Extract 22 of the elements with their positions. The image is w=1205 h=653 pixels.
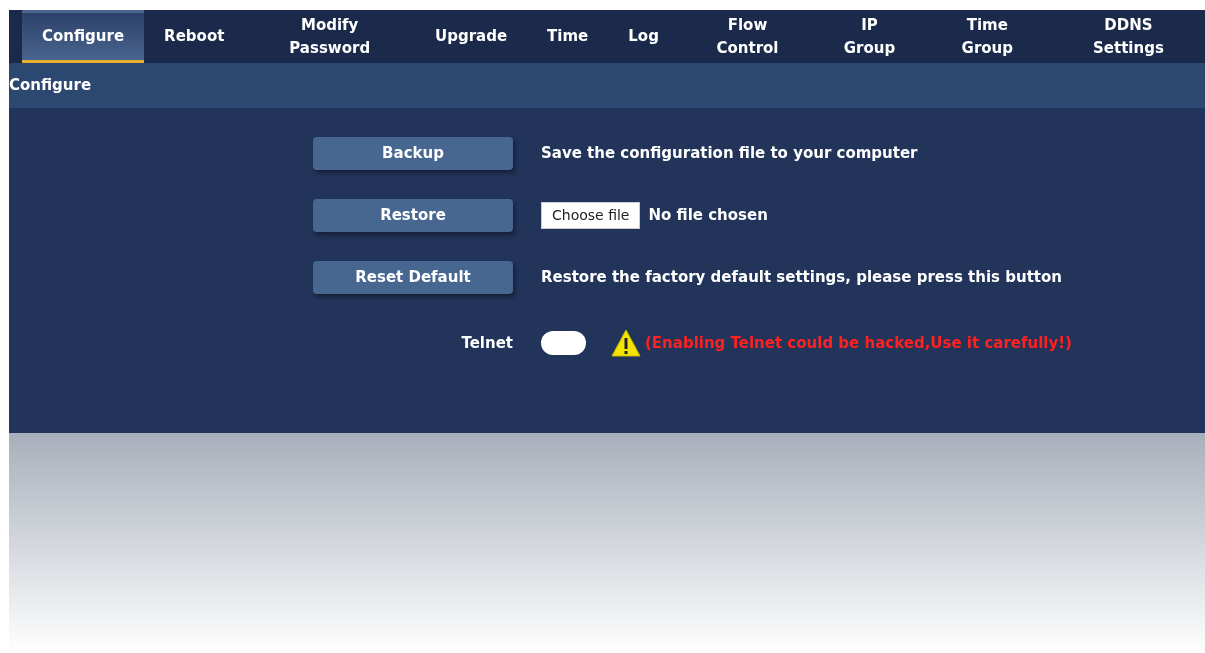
nav-tab[interactable]: Log [608, 10, 679, 63]
nav-tab[interactable]: Time Group [922, 10, 1052, 63]
choose-file-button[interactable]: Choose file [541, 201, 641, 229]
nav-tab[interactable]: IP Group [816, 10, 923, 63]
nav-tab[interactable]: Upgrade [415, 10, 528, 63]
action-button[interactable]: Restore [313, 198, 513, 232]
warning-text: (Enabling Telnet could be hacked,Use it carefully!) [645, 332, 1072, 354]
nav-tab[interactable]: Reboot [144, 10, 245, 63]
nav-tab[interactable]: Flow Control [678, 10, 817, 63]
section-title: Configure [9, 63, 1205, 108]
action-button[interactable]: Reset Default [313, 260, 513, 294]
warning-icon [611, 329, 641, 357]
nav-tab[interactable]: Modify Password [244, 10, 415, 63]
action-button[interactable]: Backup [313, 136, 513, 170]
description-text: Restore the factory default settings, please press this button [541, 266, 1062, 288]
nav-tab[interactable]: DDNS Settings [1051, 10, 1205, 63]
nav-tab[interactable]: Configure [22, 10, 145, 63]
nav-tab[interactable]: Time [527, 10, 609, 63]
file-status-text: No file chosen [648, 204, 768, 226]
description-text: Save the configuration file to your computer [541, 142, 918, 164]
toggle-label: Telnet [461, 332, 513, 354]
toggle-switch[interactable] [541, 331, 586, 355]
